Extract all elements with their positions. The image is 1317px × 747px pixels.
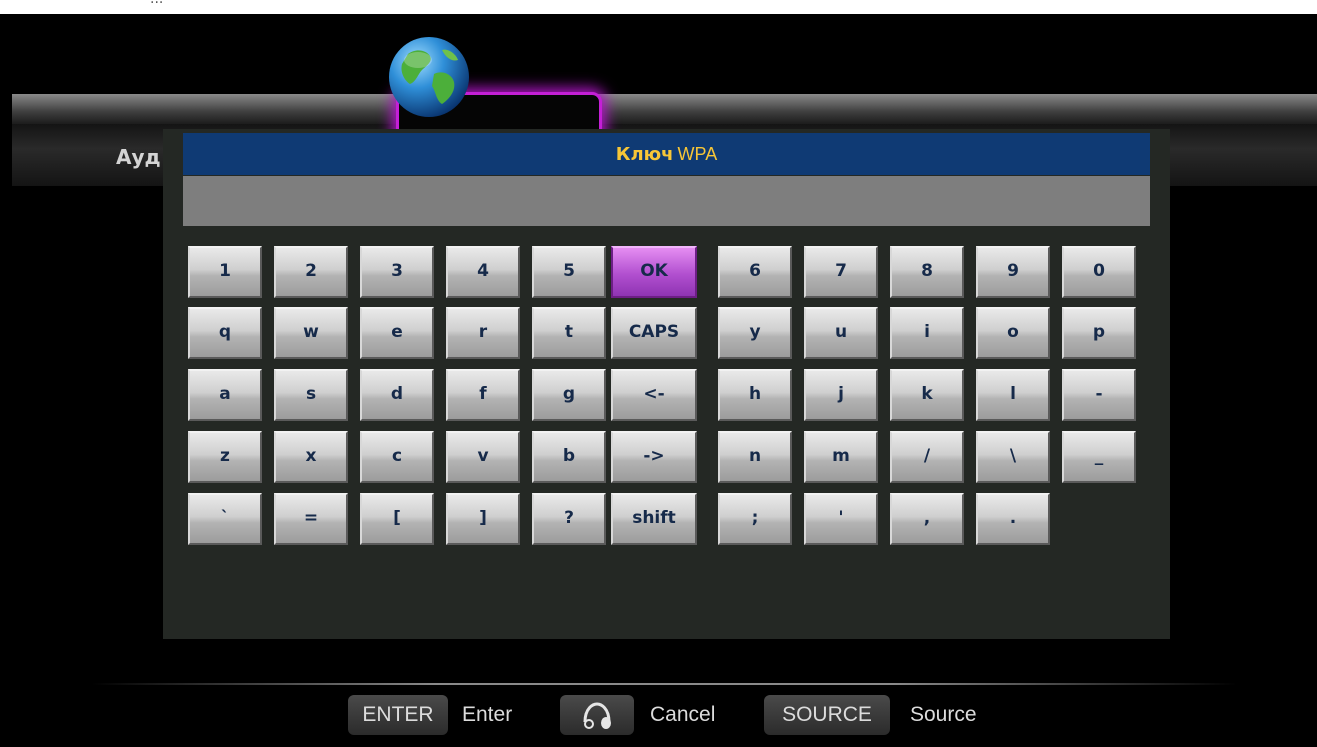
key-j[interactable]: j — [804, 369, 878, 421]
wpa-key-dialog: Ключ WPA 1 2 3 4 5 OK 6 7 8 9 0 q w e r t CAPS y u i o p a s d f g <… — [163, 129, 1170, 639]
key-8[interactable]: 8 — [890, 246, 964, 298]
key-r[interactable]: r — [446, 307, 520, 359]
key-shift[interactable]: shift — [611, 493, 697, 545]
key-p[interactable]: p — [1062, 307, 1136, 359]
key-0[interactable]: 0 — [1062, 246, 1136, 298]
key-caps[interactable]: CAPS — [611, 307, 697, 359]
key-backspace[interactable]: <- — [611, 369, 697, 421]
key-w[interactable]: w — [274, 307, 348, 359]
key-6[interactable]: 6 — [718, 246, 792, 298]
key-y[interactable]: y — [718, 307, 792, 359]
on-screen-keyboard: 1 2 3 4 5 OK 6 7 8 9 0 q w e r t CAPS y u i o p a s d f g <- h j k l - z x… — [163, 129, 1170, 639]
key-m[interactable]: m — [804, 431, 878, 483]
source-button[interactable]: SOURCE — [764, 695, 890, 735]
key-t[interactable]: t — [532, 307, 606, 359]
key-7[interactable]: 7 — [804, 246, 878, 298]
key-h[interactable]: h — [718, 369, 792, 421]
key-g[interactable]: g — [532, 369, 606, 421]
cancel-hint: Cancel — [650, 703, 716, 726]
key-backtick[interactable]: ` — [188, 493, 262, 545]
key-left-bracket[interactable]: [ — [360, 493, 434, 545]
key-semicolon[interactable]: ; — [718, 493, 792, 545]
key-3[interactable]: 3 — [360, 246, 434, 298]
globe-icon — [389, 37, 469, 117]
key-l[interactable]: l — [976, 369, 1050, 421]
key-q[interactable]: q — [188, 307, 262, 359]
key-apostrophe[interactable]: ' — [804, 493, 878, 545]
key-v[interactable]: v — [446, 431, 520, 483]
source-hint: Source — [910, 703, 977, 726]
key-n[interactable]: n — [718, 431, 792, 483]
key-slash[interactable]: / — [890, 431, 964, 483]
key-period[interactable]: . — [976, 493, 1050, 545]
tv-screen: Ауд Ключ WPA 1 2 3 4 5 OK 6 7 8 9 0 q w e r t CAPS y u i o p a s… — [12, 14, 1317, 747]
key-forward[interactable]: -> — [611, 431, 697, 483]
key-f[interactable]: f — [446, 369, 520, 421]
key-1[interactable]: 1 — [188, 246, 262, 298]
key-2[interactable]: 2 — [274, 246, 348, 298]
key-backslash[interactable]: \ — [976, 431, 1050, 483]
key-5[interactable]: 5 — [532, 246, 606, 298]
key-e[interactable]: e — [360, 307, 434, 359]
background-menu-label: Ауд — [116, 145, 161, 169]
key-9[interactable]: 9 — [976, 246, 1050, 298]
key-c[interactable]: c — [360, 431, 434, 483]
top-cut-text: ... — [150, 0, 163, 7]
key-a[interactable]: a — [188, 369, 262, 421]
enter-hint: Enter — [462, 703, 513, 726]
key-k[interactable]: k — [890, 369, 964, 421]
cancel-button[interactable] — [560, 695, 634, 735]
key-4[interactable]: 4 — [446, 246, 520, 298]
key-question[interactable]: ? — [532, 493, 606, 545]
key-s[interactable]: s — [274, 369, 348, 421]
headphones-return-icon — [583, 702, 611, 729]
key-comma[interactable]: , — [890, 493, 964, 545]
key-underscore[interactable]: _ — [1062, 431, 1136, 483]
enter-button[interactable]: ENTER — [348, 695, 448, 735]
menu-band — [12, 94, 1317, 124]
key-equals[interactable]: = — [274, 493, 348, 545]
key-ok[interactable]: OK — [611, 246, 697, 298]
key-z[interactable]: z — [188, 431, 262, 483]
key-x[interactable]: x — [274, 431, 348, 483]
footer-divider — [92, 683, 1237, 685]
key-dash[interactable]: - — [1062, 369, 1136, 421]
top-strip: ... — [0, 0, 1317, 14]
key-i[interactable]: i — [890, 307, 964, 359]
key-right-bracket[interactable]: ] — [446, 493, 520, 545]
key-o[interactable]: o — [976, 307, 1050, 359]
key-b[interactable]: b — [532, 431, 606, 483]
key-u[interactable]: u — [804, 307, 878, 359]
key-d[interactable]: d — [360, 369, 434, 421]
